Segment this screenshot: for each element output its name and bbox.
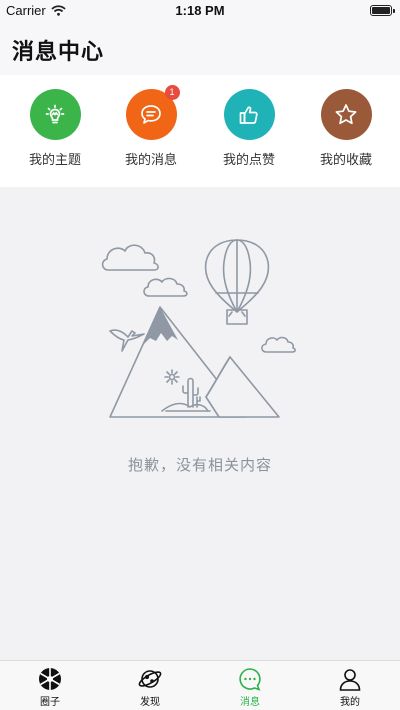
tab-label: 发现 xyxy=(140,697,160,708)
shortcut-label: 我的消息 xyxy=(124,153,177,168)
status-bar: Carrier 1:18 PM xyxy=(0,0,400,20)
tab-label: 消息 xyxy=(240,697,260,708)
lightbulb-icon xyxy=(29,89,81,140)
header: 消息中心 xyxy=(0,20,400,75)
tab-label: 我的 xyxy=(340,697,360,708)
shortcut-label: 我的主题 xyxy=(28,153,81,168)
tab-messages[interactable]: 消息 xyxy=(220,667,280,708)
battery-icon xyxy=(370,5,395,16)
tab-bar: 圈子 发现 消息 我的 xyxy=(0,660,400,710)
shortcut-panel: 我的主题 1 我的消息 我的点赞 我的收藏 xyxy=(0,75,400,187)
tab-circles[interactable]: 圈子 xyxy=(20,667,80,708)
thumbs-up-icon xyxy=(223,89,275,140)
page-title: 消息中心 xyxy=(12,40,105,65)
unread-badge: 1 xyxy=(164,85,180,100)
planet-icon xyxy=(138,670,162,688)
tab-label: 圈子 xyxy=(40,697,60,708)
shortcut-my-messages[interactable]: 1 我的消息 xyxy=(101,85,201,168)
star-icon xyxy=(320,89,372,140)
aperture-icon xyxy=(39,668,61,690)
tab-discover[interactable]: 发现 xyxy=(120,667,180,708)
empty-state-message: 抱歉，没有相关内容 xyxy=(127,456,272,474)
status-time: 1:18 PM xyxy=(175,3,225,18)
user-icon xyxy=(339,669,361,691)
shortcut-label: 我的点赞 xyxy=(222,153,275,168)
shortcut-my-favorites[interactable]: 我的收藏 xyxy=(296,89,396,168)
message-icon xyxy=(239,668,261,691)
shortcut-label: 我的收藏 xyxy=(319,153,372,168)
shortcut-my-likes[interactable]: 我的点赞 xyxy=(199,89,299,168)
tab-mine[interactable]: 我的 xyxy=(320,667,380,708)
mountain-balloon-illustration xyxy=(101,239,296,418)
shortcut-my-topics[interactable]: 我的主题 xyxy=(5,89,105,168)
chat-bubble-icon: 1 xyxy=(125,85,180,140)
